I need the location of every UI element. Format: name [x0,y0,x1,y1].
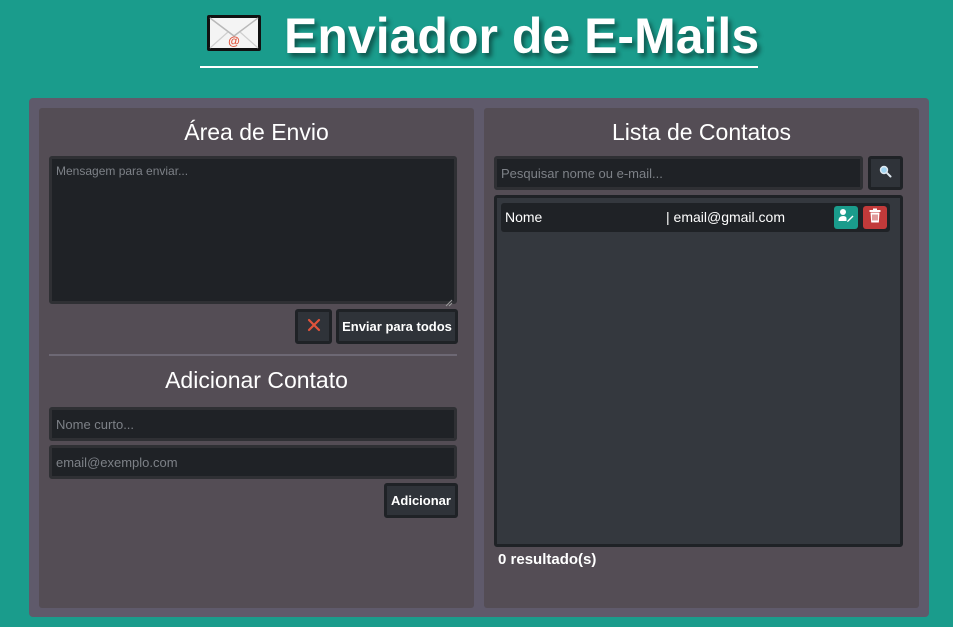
send-area-title: Área de Envio [184,119,329,145]
contact-name: Nome [505,209,543,225]
contact-list: Nome | email@gmail.com [494,195,903,547]
message-textarea[interactable] [49,156,457,304]
magnifier-icon [879,165,892,181]
clear-message-button[interactable] [295,309,332,344]
add-contact-button[interactable]: Adicionar [384,483,458,518]
edit-contact-button[interactable] [834,206,858,229]
results-count: 0 resultado(s) [498,551,597,568]
send-all-button[interactable]: Enviar para todos [336,309,458,344]
trash-icon [869,208,881,228]
contacts-panel: Lista de Contatos Nome | email@gmail.com [484,108,919,608]
app-title: Enviador de E-Mails [284,8,760,64]
search-button[interactable] [868,156,903,190]
main-container: Área de Envio Enviar para todos Adiciona… [29,98,929,617]
app-header: @ Enviador de E-Mails [200,4,760,68]
contact-email-input[interactable] [49,445,457,479]
search-input[interactable] [494,156,863,190]
svg-text:@: @ [228,34,240,48]
contact-name-input[interactable] [49,407,457,441]
add-contact-title: Adicionar Contato [165,367,348,393]
envelope-icon: @ [206,14,262,52]
contact-email: | email@gmail.com [666,209,785,225]
send-panel: Área de Envio Enviar para todos Adiciona… [39,108,474,608]
section-divider [49,354,457,356]
x-icon [307,318,321,335]
contact-list-item: Nome | email@gmail.com [501,203,890,232]
edit-contact-icon [838,208,854,227]
delete-contact-button[interactable] [863,206,887,229]
contacts-title: Lista de Contatos [611,119,791,145]
